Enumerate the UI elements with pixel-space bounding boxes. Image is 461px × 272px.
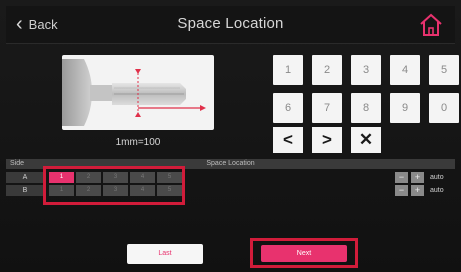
side-label-b: B: [6, 185, 44, 196]
home-icon[interactable]: [417, 11, 445, 39]
auto-button-b[interactable]: auto: [430, 187, 444, 194]
key-3[interactable]: 3: [351, 55, 381, 85]
keypad-controls: < > ✕: [273, 127, 381, 153]
screen: ‹ Back Space Location 1mm=100 1 2 3 4 5 …: [0, 0, 461, 272]
key-diagram: [62, 55, 214, 130]
plus-button-b[interactable]: +: [411, 185, 424, 196]
page-title: Space Location: [177, 15, 284, 32]
key-2[interactable]: 2: [312, 55, 342, 85]
clear-icon[interactable]: ✕: [351, 127, 381, 153]
highlight-box-cells: [43, 166, 185, 205]
stepper-a: − + auto: [395, 172, 444, 183]
plus-button-a[interactable]: +: [411, 172, 424, 183]
last-button[interactable]: Last: [127, 244, 203, 264]
auto-button-a[interactable]: auto: [430, 174, 444, 181]
side-label-a: A: [6, 172, 44, 183]
prev-arrow-icon[interactable]: <: [273, 127, 303, 153]
key-0[interactable]: 0: [429, 93, 459, 123]
key-1[interactable]: 1: [273, 55, 303, 85]
key-8[interactable]: 8: [351, 93, 381, 123]
next-button[interactable]: Next: [261, 245, 347, 262]
key-illustration: [62, 59, 206, 126]
minus-button-a[interactable]: −: [395, 172, 408, 183]
key-4[interactable]: 4: [390, 55, 420, 85]
scale-label: 1mm=100: [115, 137, 161, 148]
key-9[interactable]: 9: [390, 93, 420, 123]
stepper-b: − + auto: [395, 185, 444, 196]
key-6[interactable]: 6: [273, 93, 303, 123]
header-bar: ‹ Back Space Location: [6, 6, 455, 44]
key-5[interactable]: 5: [429, 55, 459, 85]
highlight-box-next: Next: [250, 238, 358, 268]
next-arrow-icon[interactable]: >: [312, 127, 342, 153]
minus-button-b[interactable]: −: [395, 185, 408, 196]
key-7[interactable]: 7: [312, 93, 342, 123]
numeric-keypad: 1 2 3 4 5 6 7 8 9 0: [273, 55, 459, 123]
